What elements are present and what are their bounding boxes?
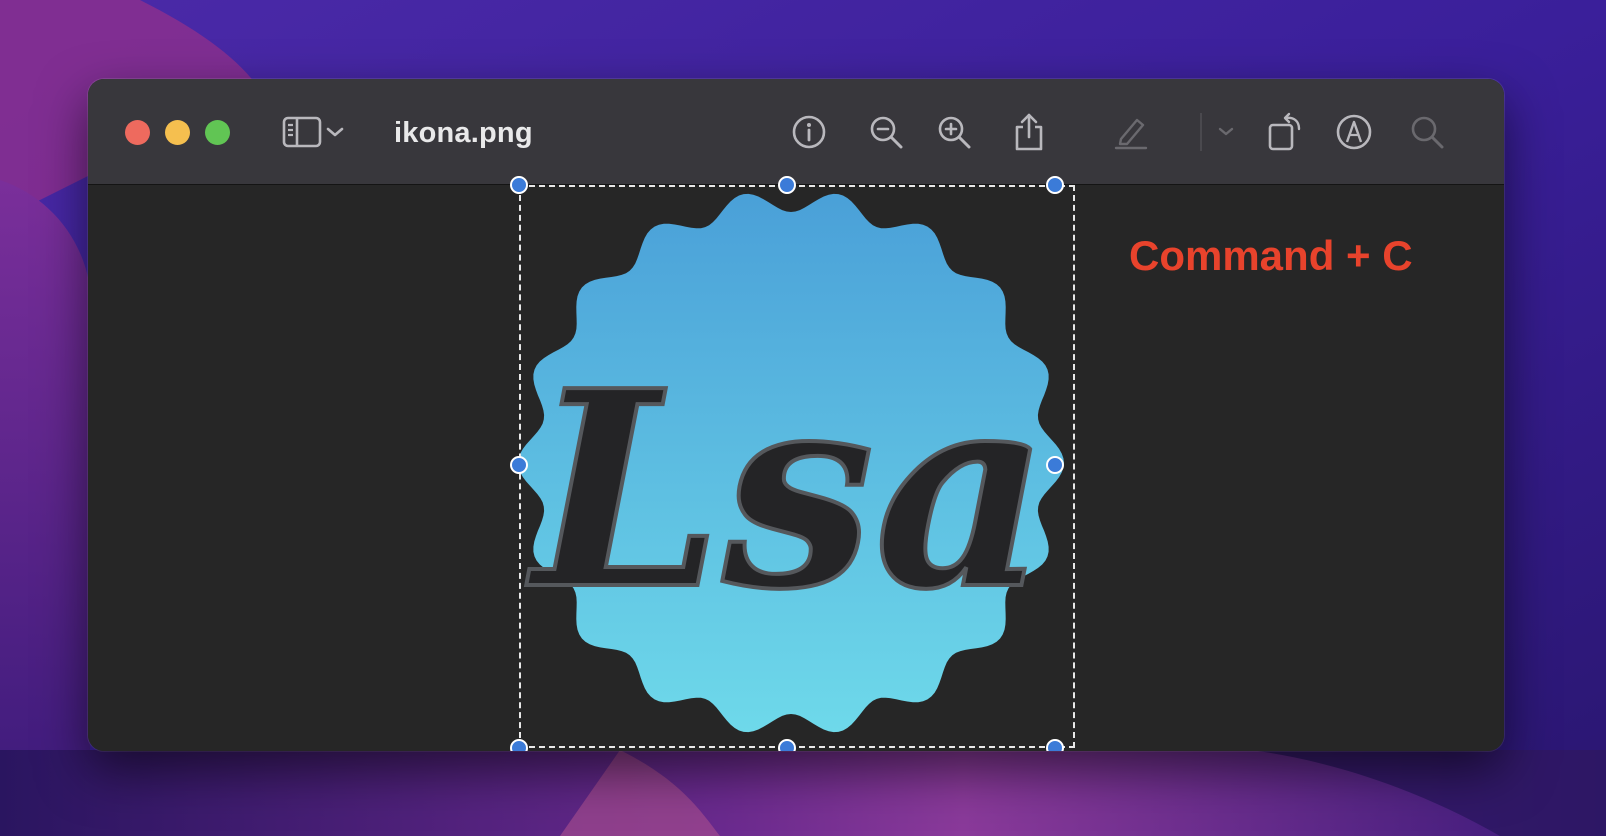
logo-lettering: Lsa	[524, 331, 1049, 649]
info-icon	[792, 115, 826, 149]
shortcut-annotation: Command + C	[1129, 232, 1413, 279]
highlight-button[interactable]	[1108, 109, 1154, 155]
preview-window: ikona.png Lsa Command + C	[88, 79, 1504, 751]
selection-handle-bottom-right[interactable]	[1046, 739, 1064, 751]
markup-icon	[1336, 114, 1372, 150]
rotate-icon	[1268, 112, 1301, 151]
sidebar-toggle-button[interactable]	[279, 109, 325, 155]
minimize-button[interactable]	[165, 120, 190, 145]
markup-button[interactable]	[1331, 109, 1377, 155]
toolbar-separator	[1200, 113, 1202, 151]
window-title: ikona.png	[394, 117, 533, 149]
selection-handle-bottom[interactable]	[778, 739, 796, 751]
zoom-out-button[interactable]	[863, 109, 909, 155]
sidebar-icon	[282, 116, 322, 148]
selection-handle-top-left[interactable]	[510, 176, 528, 194]
preview-image[interactable]: Lsa	[519, 185, 1075, 751]
sidebar-menu-button[interactable]	[321, 109, 349, 155]
zoom-window-button[interactable]	[205, 120, 230, 145]
titlebar: ikona.png	[88, 79, 1504, 185]
highlight-menu-button[interactable]	[1212, 109, 1240, 155]
selection-handle-top-right[interactable]	[1046, 176, 1064, 194]
share-icon	[1015, 113, 1043, 151]
selection-handle-left[interactable]	[510, 456, 528, 474]
zoom-out-icon	[870, 116, 903, 149]
selection-handle-top[interactable]	[778, 176, 796, 194]
highlighter-icon	[1114, 118, 1148, 150]
zoom-in-button[interactable]	[931, 109, 977, 155]
selection-handle-bottom-left[interactable]	[510, 739, 528, 751]
selection-handle-right[interactable]	[1046, 456, 1064, 474]
chevron-down-icon	[326, 127, 344, 137]
document-canvas[interactable]: Lsa Command + C	[88, 176, 1504, 751]
info-button[interactable]	[786, 109, 832, 155]
zoom-in-icon	[938, 116, 971, 149]
share-button[interactable]	[1006, 109, 1052, 155]
search-button[interactable]	[1404, 109, 1450, 155]
chevron-down-icon	[1218, 127, 1234, 136]
search-icon	[1411, 116, 1444, 149]
rotate-button[interactable]	[1262, 109, 1308, 155]
close-button[interactable]	[125, 120, 150, 145]
